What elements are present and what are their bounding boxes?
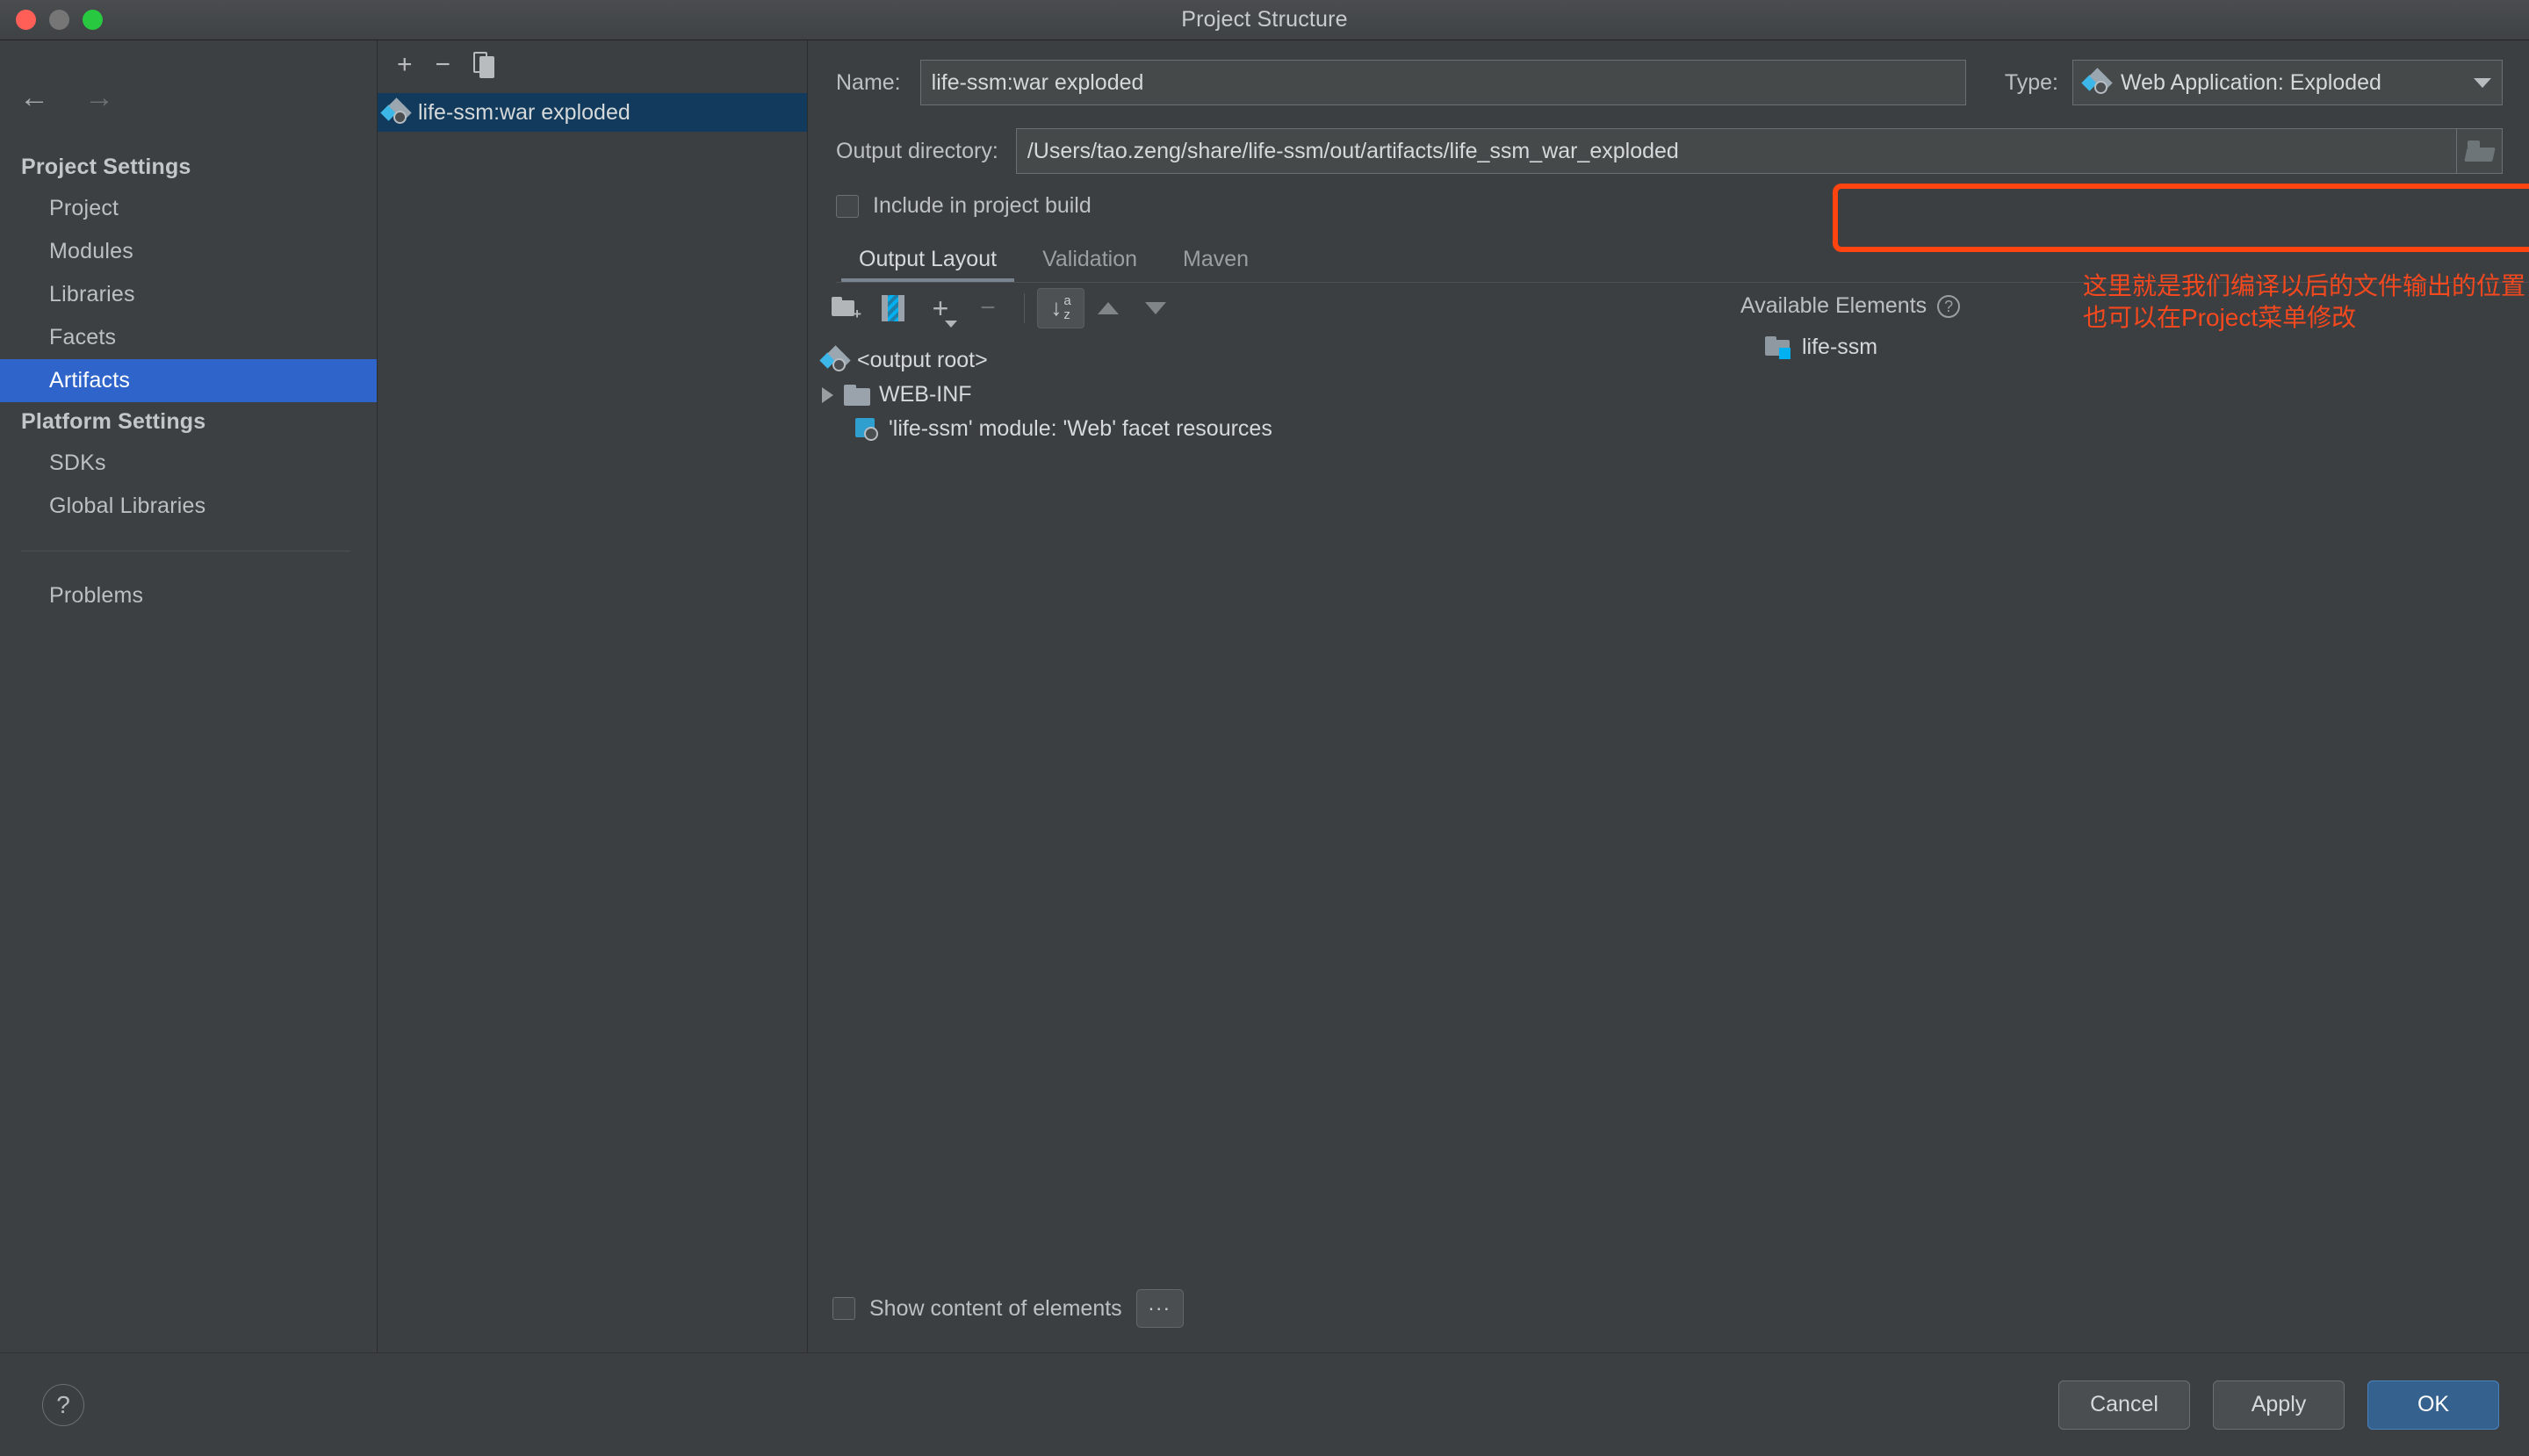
type-label: Type: [2005,70,2058,96]
name-label: Name: [836,70,901,96]
sidebar-group-platform-settings: Platform Settings [0,402,377,442]
list-item[interactable]: life-ssm [1704,331,2529,360]
apply-button[interactable]: Apply [2213,1380,2345,1430]
tree-item-label: 'life-ssm' module: 'Web' facet resources [889,416,1272,442]
cancel-button[interactable]: Cancel [2058,1380,2190,1430]
output-layout-area: + + − [808,283,2529,1352]
output-directory-label: Output directory: [836,139,998,164]
show-content-checkbox[interactable] [832,1297,855,1320]
minus-icon: − [980,295,996,321]
annotation-line-1: 这里就是我们编译以后的文件输出的位置，可以在这里修改， [2083,272,2529,299]
artifacts-toolbar: + − [378,40,807,90]
move-up-button[interactable] [1084,288,1132,328]
add-folder-icon: + [832,297,860,320]
artifact-detail-panel: Name: life-ssm:war exploded Type: Web Ap… [808,40,2529,1352]
back-arrow-icon[interactable]: ← [19,83,49,112]
output-layout-toolbar: + + − [808,283,1704,334]
sidebar-item-sdks[interactable]: SDKs [0,442,377,485]
more-options-button[interactable]: ... [1136,1289,1184,1328]
settings-sidebar: ← → Project Settings Project Modules Lib… [0,40,378,1352]
sidebar-item-libraries[interactable]: Libraries [0,273,377,316]
remove-element-button[interactable]: − [964,288,1012,328]
triangle-up-icon [1098,302,1119,314]
add-artifact-button[interactable]: + [397,52,413,78]
name-input[interactable]: life-ssm:war exploded [920,60,1966,105]
tree-item-label: WEB-INF [879,382,972,407]
annotation-line-2: 也可以在Project菜单修改 [2083,304,2356,331]
available-elements-panel: Available Elements ? life-ssm [1704,283,2529,1352]
type-dropdown-value: Web Application: Exploded [2121,70,2381,96]
tree-row[interactable]: <output root> [822,342,1704,378]
artifact-item-label: life-ssm:war exploded [418,100,630,126]
plus-dropdown-icon: + [933,294,949,322]
sidebar-item-project[interactable]: Project [0,187,377,230]
tab-maven[interactable]: Maven [1160,241,1272,283]
artifacts-list-panel: + − life-ssm:war exploded [378,40,808,1352]
sort-az-icon: ↓az [1050,294,1070,322]
move-down-button[interactable] [1132,288,1179,328]
title-bar: Project Structure [0,0,2529,40]
list-item[interactable]: life-ssm:war exploded [378,93,807,132]
artifact-icon [2084,69,2110,96]
artifact-icon [822,347,848,373]
include-in-build-row[interactable]: Include in project build [808,193,2529,219]
sidebar-group-project-settings: Project Settings [0,148,377,187]
annotation-text: 这里就是我们编译以后的文件输出的位置，可以在这里修改， 也可以在Project菜… [2083,270,2529,334]
archive-icon [882,295,904,321]
available-elements-title: Available Elements [1740,293,1927,319]
type-dropdown[interactable]: Web Application: Exploded [2072,60,2503,105]
show-content-row: Show content of elements ... [808,1286,1704,1352]
output-layout-tree: <output root> WEB-INF [808,334,1704,1286]
sort-alphabetically-button[interactable]: ↓az [1037,288,1084,328]
browse-output-directory-button[interactable] [2457,128,2503,174]
ok-button[interactable]: OK [2367,1380,2499,1430]
project-structure-dialog: Project Structure ← → Project Settings P… [0,0,2529,1456]
sidebar-item-facets[interactable]: Facets [0,316,377,359]
tab-validation[interactable]: Validation [1020,241,1160,283]
toolbar-divider [1024,293,1025,323]
create-archive-button[interactable] [869,288,917,328]
sidebar-item-global-libraries[interactable]: Global Libraries [0,485,377,528]
help-button[interactable]: ? [42,1384,84,1426]
available-element-label: life-ssm [1802,335,1877,360]
chevron-down-icon [2474,78,2491,88]
name-type-row: Name: life-ssm:war exploded Type: Web Ap… [808,60,2529,105]
remove-artifact-button[interactable]: − [436,52,451,78]
nav-arrows: ← → [0,40,377,148]
copy-icon [473,52,496,78]
forward-arrow-icon[interactable]: → [84,83,114,112]
tree-row[interactable]: 'life-ssm' module: 'Web' facet resources [822,412,1704,446]
output-directory-field-wrap: /Users/tao.zeng/share/life-ssm/out/artif… [1016,128,2503,174]
artifact-icon [383,99,409,126]
folder-open-icon [2466,141,2494,162]
dialog-body: ← → Project Settings Project Modules Lib… [0,40,2529,1352]
tree-item-label: <output root> [857,348,988,373]
chevron-right-icon[interactable] [822,387,833,403]
create-directory-button[interactable]: + [822,288,869,328]
artifacts-list: life-ssm:war exploded [378,90,807,1352]
folder-icon [844,385,870,406]
include-in-build-label: Include in project build [873,193,1092,219]
triangle-down-icon [1145,302,1166,314]
output-layout-left: + + − [808,283,1704,1352]
sidebar-item-artifacts[interactable]: Artifacts [0,359,377,402]
output-directory-row: Output directory: /Users/tao.zeng/share/… [808,128,2529,174]
add-copy-of-button[interactable]: + [917,288,964,328]
help-circle-icon[interactable]: ? [1937,295,1960,318]
dialog-footer: ? Cancel Apply OK [0,1352,2529,1456]
tree-row[interactable]: WEB-INF [822,378,1704,412]
artifact-form: Name: life-ssm:war exploded Type: Web Ap… [808,40,2529,219]
web-facet-icon [855,418,880,441]
module-folder-icon [1765,336,1791,359]
copy-artifact-button[interactable] [473,52,496,78]
window-title: Project Structure [0,7,2529,32]
output-directory-input[interactable]: /Users/tao.zeng/share/life-ssm/out/artif… [1016,128,2457,174]
sidebar-item-problems[interactable]: Problems [0,574,377,617]
show-content-label: Show content of elements [869,1296,1122,1322]
include-in-build-checkbox[interactable] [836,195,859,218]
sidebar-item-modules[interactable]: Modules [0,230,377,273]
tab-output-layout[interactable]: Output Layout [836,241,1020,283]
